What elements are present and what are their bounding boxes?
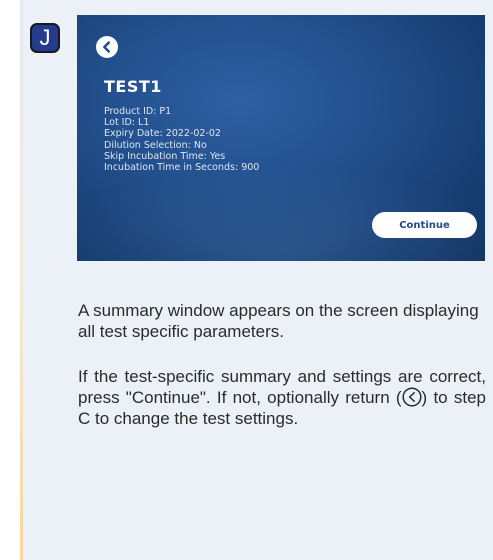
test-title: TEST1 <box>104 77 162 96</box>
param-skip-incubation: Skip Incubation Time: Yes <box>104 150 226 162</box>
continue-button[interactable]: Continue <box>372 212 477 238</box>
param-lot-id: Lot ID: L1 <box>104 117 150 129</box>
param-product-id: Product ID: P1 <box>104 106 172 117</box>
back-button[interactable] <box>96 36 118 58</box>
device-screen: TEST1 Product ID: P1 Lot ID: L1 Expiry D… <box>77 15 485 261</box>
param-dilution-selection: Dilution Selection: No <box>104 139 207 151</box>
test-parameters: Product ID: P1 Lot ID: L1 Expiry Date: 2… <box>104 106 259 173</box>
step-badge: J <box>30 23 60 53</box>
panel-edge-line <box>20 0 23 560</box>
param-incubation-time: Incubation Time in Seconds: 900 <box>104 162 260 174</box>
param-expiry-date: Expiry Date: 2022-02-02 <box>104 128 221 140</box>
description-paragraph-1: A summary window appears on the screen d… <box>78 301 479 341</box>
chevron-left-icon <box>103 41 110 53</box>
description-paragraph-2: If the test-specific summary and setting… <box>78 366 486 429</box>
back-circle-icon <box>401 387 422 407</box>
